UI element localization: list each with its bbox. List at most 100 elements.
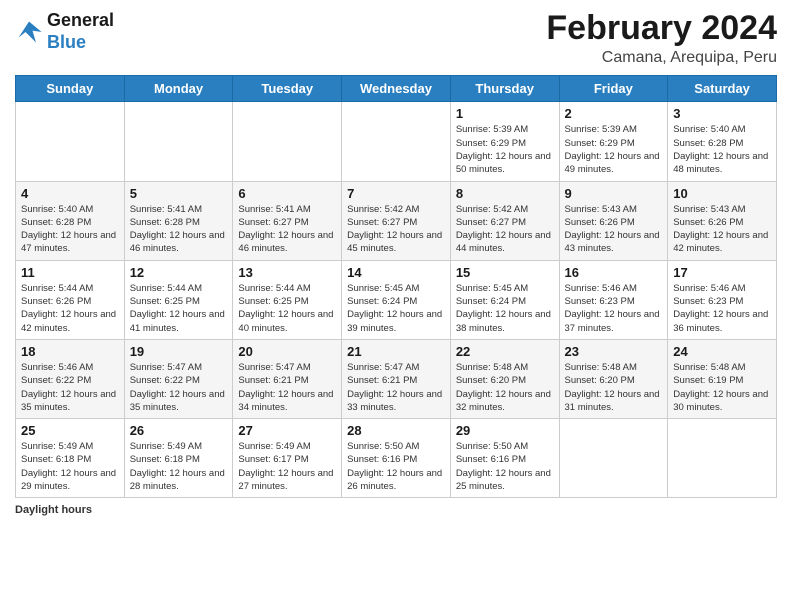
table-row: 2 Sunrise: 5:39 AMSunset: 6:29 PMDaylight… xyxy=(559,102,668,181)
day-number: 8 xyxy=(456,186,554,201)
day-info: Sunrise: 5:44 AMSunset: 6:26 PMDaylight:… xyxy=(21,282,119,335)
table-row xyxy=(124,102,233,181)
day-info: Sunrise: 5:47 AMSunset: 6:21 PMDaylight:… xyxy=(238,361,336,414)
table-row: 12 Sunrise: 5:44 AMSunset: 6:25 PMDayligh… xyxy=(124,260,233,339)
logo-blue: Blue xyxy=(47,32,114,54)
table-row: 20 Sunrise: 5:47 AMSunset: 6:21 PMDayligh… xyxy=(233,339,342,418)
table-row: 4 Sunrise: 5:40 AMSunset: 6:28 PMDaylight… xyxy=(16,181,125,260)
table-row: 15Sunrise: 5:45 AMSunset: 6:24 PMDayligh… xyxy=(450,260,559,339)
col-wednesday: Wednesday xyxy=(342,76,451,102)
col-saturday: Saturday xyxy=(668,76,777,102)
page-header: General Blue February 2024 Camana, Arequ… xyxy=(15,10,777,67)
day-info: Sunrise: 5:45 AMSunset: 6:24 PMDaylight:… xyxy=(347,282,445,335)
day-number: 16 xyxy=(565,265,663,280)
day-info: Sunrise: 5:44 AMSunset: 6:25 PMDaylight:… xyxy=(238,282,336,335)
table-row: 3 Sunrise: 5:40 AMSunset: 6:28 PMDaylight… xyxy=(668,102,777,181)
table-row: 9 Sunrise: 5:43 AMSunset: 6:26 PMDaylight… xyxy=(559,181,668,260)
calendar-week-row: 11 Sunrise: 5:44 AMSunset: 6:26 PMDayligh… xyxy=(16,260,777,339)
day-info: Sunrise: 5:41 AMSunset: 6:27 PMDaylight:… xyxy=(238,203,336,256)
day-number: 9 xyxy=(565,186,663,201)
day-info: Sunrise: 5:41 AMSunset: 6:28 PMDaylight:… xyxy=(130,203,228,256)
logo: General Blue xyxy=(15,10,114,53)
table-row xyxy=(233,102,342,181)
table-row: 19 Sunrise: 5:47 AMSunset: 6:22 PMDayligh… xyxy=(124,339,233,418)
day-number: 11 xyxy=(21,265,119,280)
daylight-label: Daylight hours xyxy=(15,504,92,516)
col-tuesday: Tuesday xyxy=(233,76,342,102)
calendar-table: Sunday Monday Tuesday Wednesday Thursday… xyxy=(15,75,777,498)
day-info: Sunrise: 5:48 AMSunset: 6:20 PMDaylight:… xyxy=(565,361,663,414)
day-info: Sunrise: 5:45 AMSunset: 6:24 PMDaylight:… xyxy=(456,282,554,335)
table-row: 1Sunrise: 5:39 AMSunset: 6:29 PMDaylight… xyxy=(450,102,559,181)
day-number: 10 xyxy=(673,186,771,201)
col-thursday: Thursday xyxy=(450,76,559,102)
day-number: 22 xyxy=(456,344,554,359)
day-number: 5 xyxy=(130,186,228,201)
day-number: 19 xyxy=(130,344,228,359)
day-number: 28 xyxy=(347,423,445,438)
day-info: Sunrise: 5:49 AMSunset: 6:17 PMDaylight:… xyxy=(238,440,336,493)
day-info: Sunrise: 5:50 AMSunset: 6:16 PMDaylight:… xyxy=(347,440,445,493)
day-info: Sunrise: 5:48 AMSunset: 6:19 PMDaylight:… xyxy=(673,361,771,414)
day-info: Sunrise: 5:44 AMSunset: 6:25 PMDaylight:… xyxy=(130,282,228,335)
day-info: Sunrise: 5:47 AMSunset: 6:22 PMDaylight:… xyxy=(130,361,228,414)
table-row: 18 Sunrise: 5:46 AMSunset: 6:22 PMDayligh… xyxy=(16,339,125,418)
calendar-week-row: 1Sunrise: 5:39 AMSunset: 6:29 PMDaylight… xyxy=(16,102,777,181)
logo-general: General xyxy=(47,10,114,32)
day-number: 13 xyxy=(238,265,336,280)
day-info: Sunrise: 5:42 AMSunset: 6:27 PMDaylight:… xyxy=(347,203,445,256)
table-row: 16 Sunrise: 5:46 AMSunset: 6:23 PMDayligh… xyxy=(559,260,668,339)
day-number: 2 xyxy=(565,106,663,121)
day-info: Sunrise: 5:43 AMSunset: 6:26 PMDaylight:… xyxy=(673,203,771,256)
day-info: Sunrise: 5:39 AMSunset: 6:29 PMDaylight:… xyxy=(565,123,663,176)
title-block: February 2024 Camana, Arequipa, Peru xyxy=(546,10,777,67)
page-container: General Blue February 2024 Camana, Arequ… xyxy=(0,0,792,526)
col-sunday: Sunday xyxy=(16,76,125,102)
day-number: 6 xyxy=(238,186,336,201)
day-info: Sunrise: 5:40 AMSunset: 6:28 PMDaylight:… xyxy=(21,203,119,256)
day-number: 12 xyxy=(130,265,228,280)
day-info: Sunrise: 5:49 AMSunset: 6:18 PMDaylight:… xyxy=(130,440,228,493)
table-row xyxy=(559,419,668,498)
day-number: 18 xyxy=(21,344,119,359)
table-row: 6 Sunrise: 5:41 AMSunset: 6:27 PMDaylight… xyxy=(233,181,342,260)
day-number: 25 xyxy=(21,423,119,438)
calendar-week-row: 25 Sunrise: 5:49 AMSunset: 6:18 PMDayligh… xyxy=(16,419,777,498)
table-row: 24 Sunrise: 5:48 AMSunset: 6:19 PMDayligh… xyxy=(668,339,777,418)
col-monday: Monday xyxy=(124,76,233,102)
table-row: 11 Sunrise: 5:44 AMSunset: 6:26 PMDayligh… xyxy=(16,260,125,339)
day-number: 23 xyxy=(565,344,663,359)
day-number: 4 xyxy=(21,186,119,201)
table-row: 17 Sunrise: 5:46 AMSunset: 6:23 PMDayligh… xyxy=(668,260,777,339)
day-number: 20 xyxy=(238,344,336,359)
day-info: Sunrise: 5:43 AMSunset: 6:26 PMDaylight:… xyxy=(565,203,663,256)
day-info: Sunrise: 5:46 AMSunset: 6:22 PMDaylight:… xyxy=(21,361,119,414)
table-row: 26 Sunrise: 5:49 AMSunset: 6:18 PMDayligh… xyxy=(124,419,233,498)
day-number: 21 xyxy=(347,344,445,359)
table-row: 7Sunrise: 5:42 AMSunset: 6:27 PMDaylight… xyxy=(342,181,451,260)
logo-bird-icon xyxy=(15,18,43,46)
table-row: 25Sunrise: 5:49 AMSunset: 6:18 PMDayligh… xyxy=(16,419,125,498)
day-number: 26 xyxy=(130,423,228,438)
table-row: 27 Sunrise: 5:49 AMSunset: 6:17 PMDayligh… xyxy=(233,419,342,498)
day-info: Sunrise: 5:39 AMSunset: 6:29 PMDaylight:… xyxy=(456,123,554,176)
table-row: 22Sunrise: 5:48 AMSunset: 6:20 PMDayligh… xyxy=(450,339,559,418)
table-row: 21Sunrise: 5:47 AMSunset: 6:21 PMDayligh… xyxy=(342,339,451,418)
table-row: 10 Sunrise: 5:43 AMSunset: 6:26 PMDayligh… xyxy=(668,181,777,260)
table-row: 14Sunrise: 5:45 AMSunset: 6:24 PMDayligh… xyxy=(342,260,451,339)
table-row xyxy=(342,102,451,181)
table-row: 29Sunrise: 5:50 AMSunset: 6:16 PMDayligh… xyxy=(450,419,559,498)
day-info: Sunrise: 5:46 AMSunset: 6:23 PMDaylight:… xyxy=(565,282,663,335)
calendar-week-row: 18 Sunrise: 5:46 AMSunset: 6:22 PMDayligh… xyxy=(16,339,777,418)
day-number: 24 xyxy=(673,344,771,359)
day-info: Sunrise: 5:40 AMSunset: 6:28 PMDaylight:… xyxy=(673,123,771,176)
month-title: February 2024 xyxy=(546,10,777,47)
day-number: 17 xyxy=(673,265,771,280)
day-info: Sunrise: 5:50 AMSunset: 6:16 PMDaylight:… xyxy=(456,440,554,493)
day-number: 27 xyxy=(238,423,336,438)
day-info: Sunrise: 5:42 AMSunset: 6:27 PMDaylight:… xyxy=(456,203,554,256)
footer-note: Daylight hours xyxy=(15,504,777,516)
calendar-header-row: Sunday Monday Tuesday Wednesday Thursday… xyxy=(16,76,777,102)
day-info: Sunrise: 5:46 AMSunset: 6:23 PMDaylight:… xyxy=(673,282,771,335)
day-number: 3 xyxy=(673,106,771,121)
